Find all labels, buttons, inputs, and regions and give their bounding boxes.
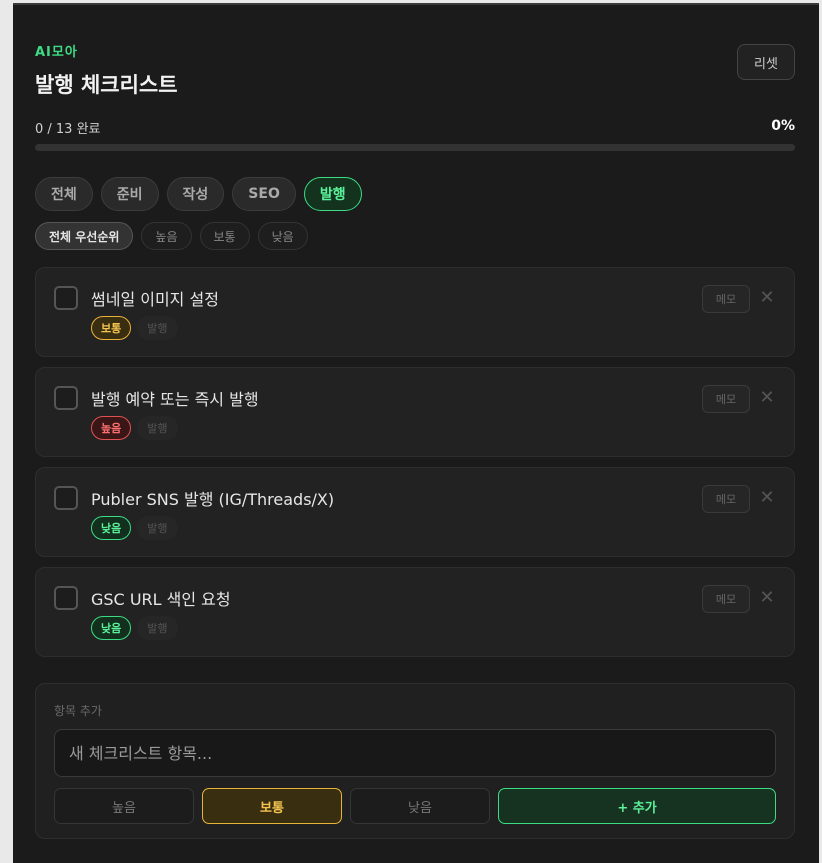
- add-item-button[interactable]: + 추가: [498, 788, 776, 824]
- progress-percent: 0%: [771, 118, 795, 134]
- filter-chip-prepare[interactable]: 준비: [100, 177, 159, 211]
- priority-chip-mid[interactable]: 보통: [199, 222, 250, 250]
- category-filter-row: 전체 준비 작성 SEO 발행: [35, 177, 362, 211]
- close-icon[interactable]: ✕: [758, 389, 776, 407]
- priority-badge: 높음: [91, 416, 132, 440]
- item-checkbox[interactable]: [54, 386, 78, 410]
- memo-button[interactable]: 메모: [702, 485, 750, 513]
- new-item-input[interactable]: [54, 729, 776, 777]
- item-text: 썸네일 이미지 설정: [91, 290, 219, 309]
- list-item: GSC URL 색인 요청 낮음 발행 메모 ✕: [35, 567, 795, 657]
- list-item: 썸네일 이미지 설정 보통 발행 메모 ✕: [35, 267, 795, 357]
- close-icon[interactable]: ✕: [758, 489, 776, 507]
- brand-label: AI모아: [35, 45, 78, 60]
- item-tags: 보통 발행: [91, 316, 178, 340]
- category-badge: 발행: [137, 616, 178, 640]
- reset-button[interactable]: 리셋: [737, 44, 795, 80]
- list-item: Publer SNS 발행 (IG/Threads/X) 낮음 발행 메모 ✕: [35, 467, 795, 557]
- item-tags: 낮음 발행: [91, 616, 178, 640]
- item-checkbox[interactable]: [54, 586, 78, 610]
- filter-chip-seo[interactable]: SEO: [232, 177, 296, 211]
- category-badge: 발행: [137, 316, 178, 340]
- close-icon[interactable]: ✕: [758, 289, 776, 307]
- item-text: Publer SNS 발행 (IG/Threads/X): [91, 490, 335, 509]
- category-badge: 발행: [137, 416, 178, 440]
- new-priority-mid-button[interactable]: 보통: [202, 788, 342, 824]
- item-tags: 높음 발행: [91, 416, 178, 440]
- priority-chip-low[interactable]: 낮음: [257, 222, 308, 250]
- new-priority-low-button[interactable]: 낮음: [350, 788, 490, 824]
- memo-button[interactable]: 메모: [702, 385, 750, 413]
- priority-badge: 보통: [91, 316, 132, 340]
- progress-text: 0 / 13 완료: [35, 122, 101, 137]
- priority-chip-all[interactable]: 전체 우선순위: [35, 222, 134, 250]
- page-title: 발행 체크리스트: [35, 73, 178, 97]
- priority-badge: 낮음: [91, 616, 132, 640]
- add-item-label: 항목 추가: [54, 704, 102, 718]
- priority-filter-row: 전체 우선순위 높음 보통 낮음: [35, 222, 308, 250]
- item-text: GSC URL 색인 요청: [91, 590, 231, 609]
- filter-chip-write[interactable]: 작성: [166, 177, 225, 211]
- item-checkbox[interactable]: [54, 486, 78, 510]
- progress-bar: [35, 144, 795, 151]
- item-checkbox[interactable]: [54, 286, 78, 310]
- checklist-items: 썸네일 이미지 설정 보통 발행 메모 ✕ 발행 예약 또는 즉시 발행 높음 …: [35, 267, 795, 667]
- item-tags: 낮음 발행: [91, 516, 178, 540]
- item-text: 발행 예약 또는 즉시 발행: [91, 390, 259, 409]
- checklist-panel: AI모아 발행 체크리스트 리셋 0 / 13 완료 0% 전체 준비 작성 S…: [13, 3, 819, 863]
- memo-button[interactable]: 메모: [702, 285, 750, 313]
- memo-button[interactable]: 메모: [702, 585, 750, 613]
- add-item-controls: 높음 보통 낮음 + 추가: [54, 788, 776, 824]
- filter-chip-publish[interactable]: 발행: [303, 177, 362, 211]
- close-icon[interactable]: ✕: [758, 589, 776, 607]
- priority-badge: 낮음: [91, 516, 132, 540]
- category-badge: 발행: [137, 516, 178, 540]
- add-item-panel: 항목 추가 높음 보통 낮음 + 추가: [35, 683, 795, 839]
- filter-chip-all[interactable]: 전체: [35, 177, 93, 211]
- priority-chip-high[interactable]: 높음: [141, 222, 192, 250]
- list-item: 발행 예약 또는 즉시 발행 높음 발행 메모 ✕: [35, 367, 795, 457]
- new-priority-high-button[interactable]: 높음: [54, 788, 194, 824]
